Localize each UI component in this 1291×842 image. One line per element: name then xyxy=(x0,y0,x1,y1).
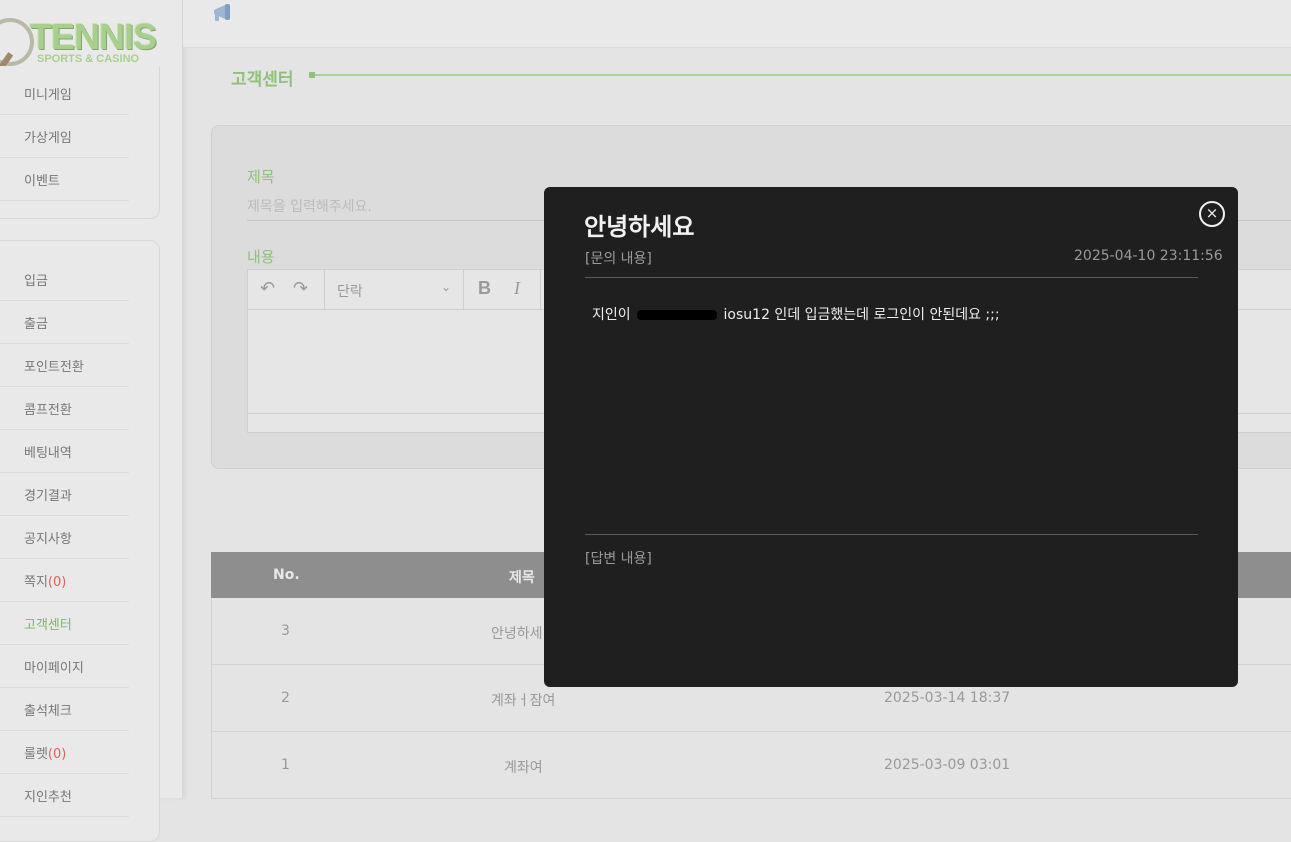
sidebar-item-comp-convert[interactable]: 콤프전환 xyxy=(0,386,129,430)
logo-subtitle: SPORTS & CASINO xyxy=(37,53,140,65)
sidebar-item-notice[interactable]: 공지사항 xyxy=(0,515,129,559)
sidebar-item-minigame[interactable]: 미니게임 xyxy=(0,71,129,115)
sidebar-item-label: 지인추천 xyxy=(24,790,72,805)
sidebar-item-message[interactable]: 쪽지(0) xyxy=(0,558,129,602)
row-no: 1 xyxy=(281,757,290,773)
column-header-title: 제목 xyxy=(509,570,535,586)
modal-title: 안녕하세요 xyxy=(584,213,695,241)
sidebar-item-mypage[interactable]: 마이페이지 xyxy=(0,644,129,688)
sidebar-item-results[interactable]: 경기결과 xyxy=(0,472,129,516)
sidebar-item-deposit[interactable]: 입금 xyxy=(0,257,129,301)
sidebar-item-label: 미니게임 xyxy=(24,88,72,103)
sidebar-item-label: 콤프전환 xyxy=(24,403,72,418)
row-date: 2025-03-09 03:01 xyxy=(884,757,1011,773)
table-row[interactable]: 1 계좌여 2025-03-09 03:01 xyxy=(211,732,1291,799)
sidebar-item-roulette[interactable]: 룰렛(0) xyxy=(0,730,129,774)
inquiry-text-suffix: iosu12 인데 입금했는데 로그인이 안된데요 ;;; xyxy=(723,307,1000,323)
sidebar-item-label: 입금 xyxy=(24,274,48,289)
modal-divider xyxy=(585,277,1198,278)
menu-group-main: 입금 출금 포인트전환 콤프전환 베팅내역 경기결과 공지사항 쪽지(0) 고객… xyxy=(0,240,160,842)
sidebar-item-label: 포인트전환 xyxy=(24,360,84,375)
megaphone-icon xyxy=(214,4,230,21)
sidebar-item-withdraw[interactable]: 출금 xyxy=(0,300,129,344)
italic-icon[interactable]: I xyxy=(514,278,520,299)
modal-divider xyxy=(585,534,1198,535)
sidebar-item-label: 출석체크 xyxy=(24,704,72,719)
inquiry-detail-modal: 안녕하세요 × [문의 내용] 2025-04-10 23:11:56 지인이 … xyxy=(544,187,1238,687)
sidebar-item-label: 가상게임 xyxy=(24,131,72,146)
page-title: 고객센터 xyxy=(231,70,294,90)
title-divider xyxy=(315,74,1291,76)
title-label: 제목 xyxy=(247,168,275,186)
row-title[interactable]: 계좌여 xyxy=(504,757,543,777)
message-count: (0) xyxy=(47,575,67,590)
sidebar-item-attendance[interactable]: 출석체크 xyxy=(0,687,129,731)
paragraph-select[interactable]: 단락 xyxy=(337,281,363,301)
row-title[interactable]: 계좌ㅓ잠여 xyxy=(491,690,555,710)
inquiry-content: 지인이 iosu12 인데 입금했는데 로그인이 안된데요 ;;; xyxy=(592,304,1000,324)
row-date: 2025-03-14 18:37 xyxy=(884,690,1011,706)
toolbar-divider xyxy=(463,270,464,309)
sidebar-item-label: 베팅내역 xyxy=(24,446,72,461)
toolbar-divider xyxy=(324,270,325,309)
sidebar-item-refer[interactable]: 지인추천 xyxy=(0,773,129,817)
column-header-no: No. xyxy=(273,567,300,583)
close-icon[interactable]: × xyxy=(1199,201,1225,227)
sidebar-item-event[interactable]: 이벤트 xyxy=(0,157,129,201)
row-title[interactable]: 안녕하세 xyxy=(491,623,543,643)
redaction-mark xyxy=(637,310,718,320)
sidebar-item-label: 고객센터 xyxy=(24,618,72,633)
sidebar-item-label: 공지사항 xyxy=(24,532,72,547)
sidebar-item-label: 출금 xyxy=(24,317,48,332)
sidebar-item-virtual-game[interactable]: 가상게임 xyxy=(0,114,129,158)
logo-title: TENNIS xyxy=(30,16,157,57)
menu-group-games: 미니게임 가상게임 이벤트 xyxy=(0,66,160,219)
sidebar-item-bet-history[interactable]: 베팅내역 xyxy=(0,429,129,473)
top-bar xyxy=(183,0,1291,48)
row-no: 2 xyxy=(281,690,290,706)
sidebar-item-label: 경기결과 xyxy=(24,489,72,504)
sidebar-item-label: 마이페이지 xyxy=(24,661,84,676)
row-no: 3 xyxy=(281,623,290,639)
undo-icon[interactable]: ↶ xyxy=(260,278,275,299)
inquiry-text-prefix: 지인이 xyxy=(592,307,631,323)
logo[interactable]: TENNIS SPORTS & CASINO xyxy=(0,8,170,72)
sidebar-item-label: 쪽지(0) xyxy=(24,575,67,590)
inquiry-date: 2025-04-10 23:11:56 xyxy=(1074,248,1223,264)
bold-icon[interactable]: B xyxy=(478,278,491,299)
sidebar-item-support[interactable]: 고객센터 xyxy=(0,601,129,645)
toolbar-divider xyxy=(540,270,541,309)
chevron-down-icon[interactable]: ⌄ xyxy=(441,280,451,294)
roulette-count: (0) xyxy=(47,747,67,762)
content-label: 내용 xyxy=(247,248,275,266)
answer-label: [답변 내용] xyxy=(585,551,652,567)
sidebar-item-point-convert[interactable]: 포인트전환 xyxy=(0,343,129,387)
redo-icon[interactable]: ↷ xyxy=(293,278,308,299)
inquiry-label: [문의 내용] xyxy=(585,251,652,267)
sidebar-item-label: 룰렛(0) xyxy=(24,747,67,762)
sidebar-item-label: 이벤트 xyxy=(24,174,60,189)
sidebar: TENNIS SPORTS & CASINO 미니게임 가상게임 이벤트 입금 … xyxy=(0,0,183,842)
